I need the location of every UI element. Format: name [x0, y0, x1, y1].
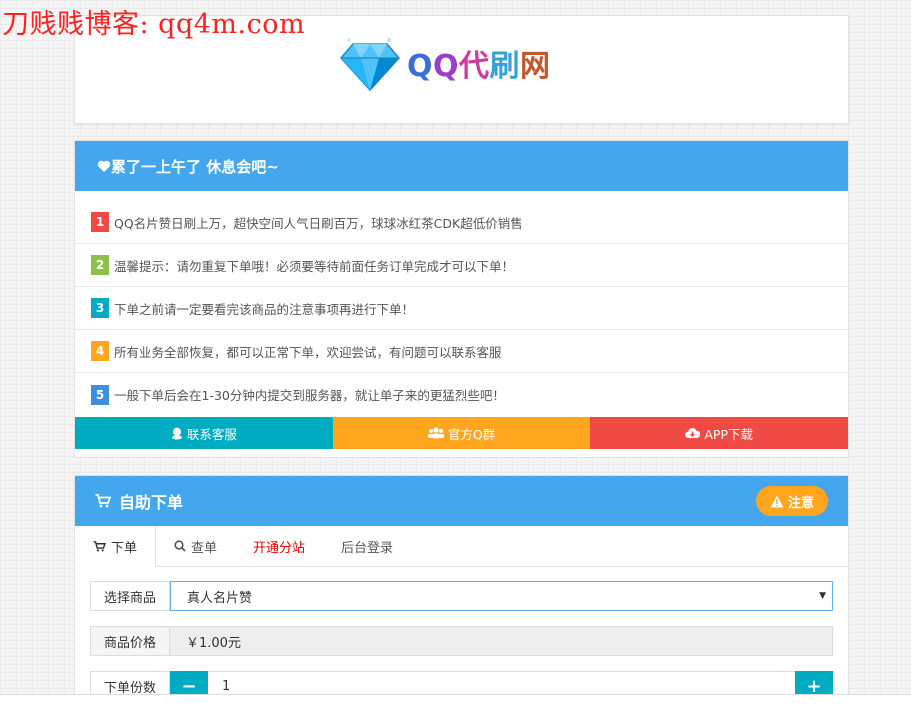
- product-select[interactable]: 真人名片赞 ▼: [170, 581, 833, 611]
- watermark-text: 刀贱贱博客: qq4m.com: [2, 9, 306, 40]
- tab-query[interactable]: 查单: [156, 526, 235, 566]
- warning-icon: [770, 495, 784, 507]
- price-value: ￥1.00元: [170, 626, 833, 656]
- order-title: 自助下单: [119, 493, 184, 512]
- list-item: 1 QQ名片赞日刷上万，超快空间人气日刷百万，球球冰红茶CDK超低价销售: [75, 201, 848, 244]
- contact-service-button[interactable]: 联系客服: [75, 417, 333, 449]
- notice-header: 累了一上午了 休息会吧~: [75, 141, 848, 191]
- list-item: 4 所有业务全部恢复，都可以正常下单，欢迎尝试，有问题可以联系客服: [75, 330, 848, 373]
- item-number-badge: 2: [91, 255, 109, 275]
- notice-button-row: 联系客服 官方Q群 APP下载: [75, 417, 849, 449]
- site-logo[interactable]: QQ代刷网: [339, 34, 551, 92]
- tab-order[interactable]: 下单: [75, 526, 157, 567]
- list-item: 3 下单之前请一定要看完该商品的注意事项再进行下单！: [75, 287, 848, 330]
- product-select-row: 选择商品 真人名片赞 ▼: [90, 581, 833, 611]
- item-text: 所有业务全部恢复，都可以正常下单，欢迎尝试，有问题可以联系客服: [114, 344, 502, 360]
- dropdown-arrow-icon: ▼: [819, 591, 826, 601]
- tab-admin-login[interactable]: 后台登录: [323, 526, 411, 566]
- product-label: 选择商品: [90, 581, 170, 611]
- notice-list: 1 QQ名片赞日刷上万，超快空间人气日刷百万，球球冰红茶CDK超低价销售 2 温…: [75, 201, 848, 416]
- heart-icon: [97, 160, 111, 172]
- diamond-icon: [340, 38, 400, 92]
- item-text: 下单之前请一定要看完该商品的注意事项再进行下单！: [114, 301, 415, 317]
- price-row: 商品价格 ￥1.00元: [90, 626, 833, 656]
- item-number-badge: 5: [91, 384, 109, 405]
- item-number-badge: 3: [91, 298, 109, 318]
- price-label: 商品价格: [90, 626, 170, 656]
- group-icon: [427, 427, 444, 439]
- search-icon: [174, 540, 186, 552]
- bottom-scroll-strip: [0, 694, 911, 716]
- notice-warning-button[interactable]: 注意: [755, 486, 828, 516]
- official-group-button[interactable]: 官方Q群: [332, 417, 591, 449]
- item-number-badge: 1: [91, 212, 109, 232]
- app-download-button[interactable]: APP下载: [590, 417, 849, 449]
- item-number-badge: 4: [91, 341, 109, 361]
- notice-panel: 累了一上午了 休息会吧~ 1 QQ名片赞日刷上万，超快空间人气日刷百万，球球冰红…: [74, 140, 849, 458]
- tab-open-substation[interactable]: 开通分站: [235, 526, 323, 566]
- cloud-download-icon: [685, 428, 701, 439]
- order-panel: 自助下单 注意 下单 查单 开通分站 后台登录 选择商品 真人名片赞 ▼ 商品价…: [74, 475, 849, 715]
- order-tabs: 下单 查单 开通分站 后台登录: [75, 526, 848, 567]
- item-text: 一般下单后会在1-30分钟内提交到服务器，就让单子来的更猛烈些吧！: [114, 388, 505, 403]
- order-header: 自助下单 注意: [75, 476, 848, 526]
- list-item: 5 一般下单后会在1-30分钟内提交到服务器，就让单子来的更猛烈些吧！: [75, 373, 848, 416]
- notice-title: 累了一上午了 休息会吧~: [111, 157, 279, 176]
- qq-icon: [171, 427, 182, 439]
- item-text: 温馨提示：请勿重复下单哦！必须要等待前面任务订单完成才可以下单！: [114, 258, 515, 274]
- list-item: 2 温馨提示：请勿重复下单哦！必须要等待前面任务订单完成才可以下单！: [75, 244, 848, 287]
- item-text: QQ名片赞日刷上万，超快空间人气日刷百万，球球冰红茶CDK超低价销售: [114, 215, 523, 231]
- logo-text: QQ代刷网: [407, 49, 551, 84]
- cart-icon: [93, 541, 106, 552]
- cart-icon: [95, 494, 111, 508]
